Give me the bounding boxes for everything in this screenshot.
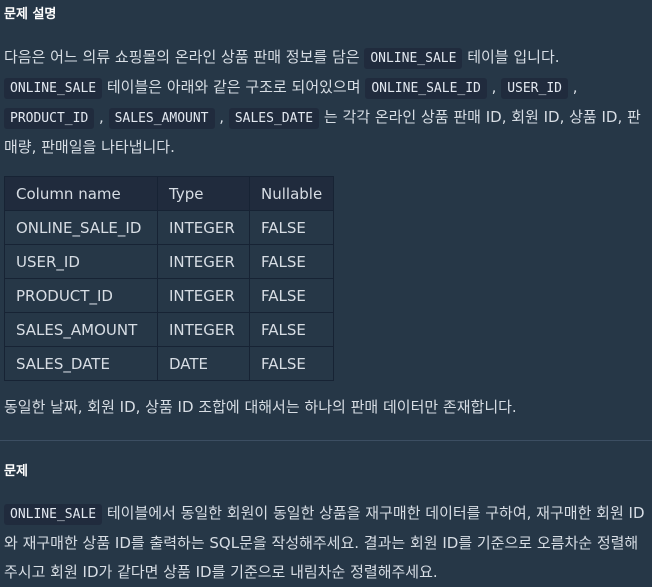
section-heading-description: 문제 설명 xyxy=(4,7,57,22)
code-product-id: PRODUCT_ID xyxy=(4,108,95,129)
cell-nullable: FALSE xyxy=(248,210,335,245)
table-header-row: Column name Type Nullable xyxy=(4,176,335,211)
cell-column-name: ONLINE_SALE_ID xyxy=(4,210,158,245)
cell-column-name: USER_ID xyxy=(4,244,158,279)
cell-type: DATE xyxy=(157,346,250,381)
separator: , xyxy=(214,108,229,126)
cell-nullable: FALSE xyxy=(248,312,335,347)
separator: , xyxy=(486,78,502,96)
separator: , xyxy=(568,78,578,96)
cell-type: INTEGER xyxy=(157,278,250,313)
header-type: Type xyxy=(157,176,250,211)
problem-content: 문제 설명 다음은 어느 의류 쇼핑몰의 온라인 상품 판매 정보를 담은 ON… xyxy=(0,0,652,587)
code-user-id: USER_ID xyxy=(501,78,568,99)
intro-text-end: 테이블 입니다. xyxy=(462,48,560,66)
cell-type: INTEGER xyxy=(157,210,250,245)
intro-paragraph: 다음은 어느 의류 쇼핑몰의 온라인 상품 판매 정보를 담은 ONLINE_S… xyxy=(4,43,652,73)
table-row: PRODUCT_ID INTEGER FALSE xyxy=(4,278,335,313)
cell-column-name: SALES_AMOUNT xyxy=(4,312,158,347)
cell-column-name: SALES_DATE xyxy=(4,346,158,381)
cell-column-name: PRODUCT_ID xyxy=(4,278,158,313)
code-sales-date: SALES_DATE xyxy=(228,108,320,129)
table-row: SALES_AMOUNT INTEGER FALSE xyxy=(4,312,335,347)
code-online-sale-id: ONLINE_SALE_ID xyxy=(365,78,487,99)
cell-nullable: FALSE xyxy=(248,346,335,381)
intro-text: 다음은 어느 의류 쇼핑몰의 온라인 상품 판매 정보를 담은 xyxy=(4,48,365,66)
table-row: ONLINE_SALE_ID INTEGER FALSE xyxy=(4,210,335,245)
schema-table: Column name Type Nullable ONLINE_SALE_ID… xyxy=(4,176,335,381)
description-paragraph: ONLINE_SALE 테이블은 아래와 같은 구조로 되어있으며 ONLINE… xyxy=(4,73,652,162)
table-row: SALES_DATE DATE FALSE xyxy=(4,346,335,381)
note-paragraph: 동일한 날짜, 회원 ID, 상품 ID 조합에 대해서는 하나의 판매 데이터… xyxy=(4,398,517,416)
code-online-sale: ONLINE_SALE xyxy=(364,48,463,69)
separator: , xyxy=(94,108,109,126)
cell-nullable: FALSE xyxy=(248,278,335,313)
header-nullable: Nullable xyxy=(248,176,335,211)
section-divider xyxy=(0,440,652,441)
table-row: USER_ID INTEGER FALSE xyxy=(4,244,335,279)
section-heading-problem: 문제 xyxy=(4,464,28,479)
description-text: 테이블은 아래와 같은 구조로 되어있으며 xyxy=(102,78,366,96)
header-column-name: Column name xyxy=(4,176,158,211)
code-online-sale-3: ONLINE_SALE xyxy=(4,504,103,525)
cell-type: INTEGER xyxy=(157,244,250,279)
problem-paragraph: ONLINE_SALE 테이블에서 동일한 회원이 동일한 상품을 재구매한 데… xyxy=(4,499,652,587)
code-online-sale-2: ONLINE_SALE xyxy=(4,78,103,99)
cell-type: INTEGER xyxy=(157,312,250,347)
cell-nullable: FALSE xyxy=(248,244,335,279)
code-sales-amount: SALES_AMOUNT xyxy=(108,108,215,129)
